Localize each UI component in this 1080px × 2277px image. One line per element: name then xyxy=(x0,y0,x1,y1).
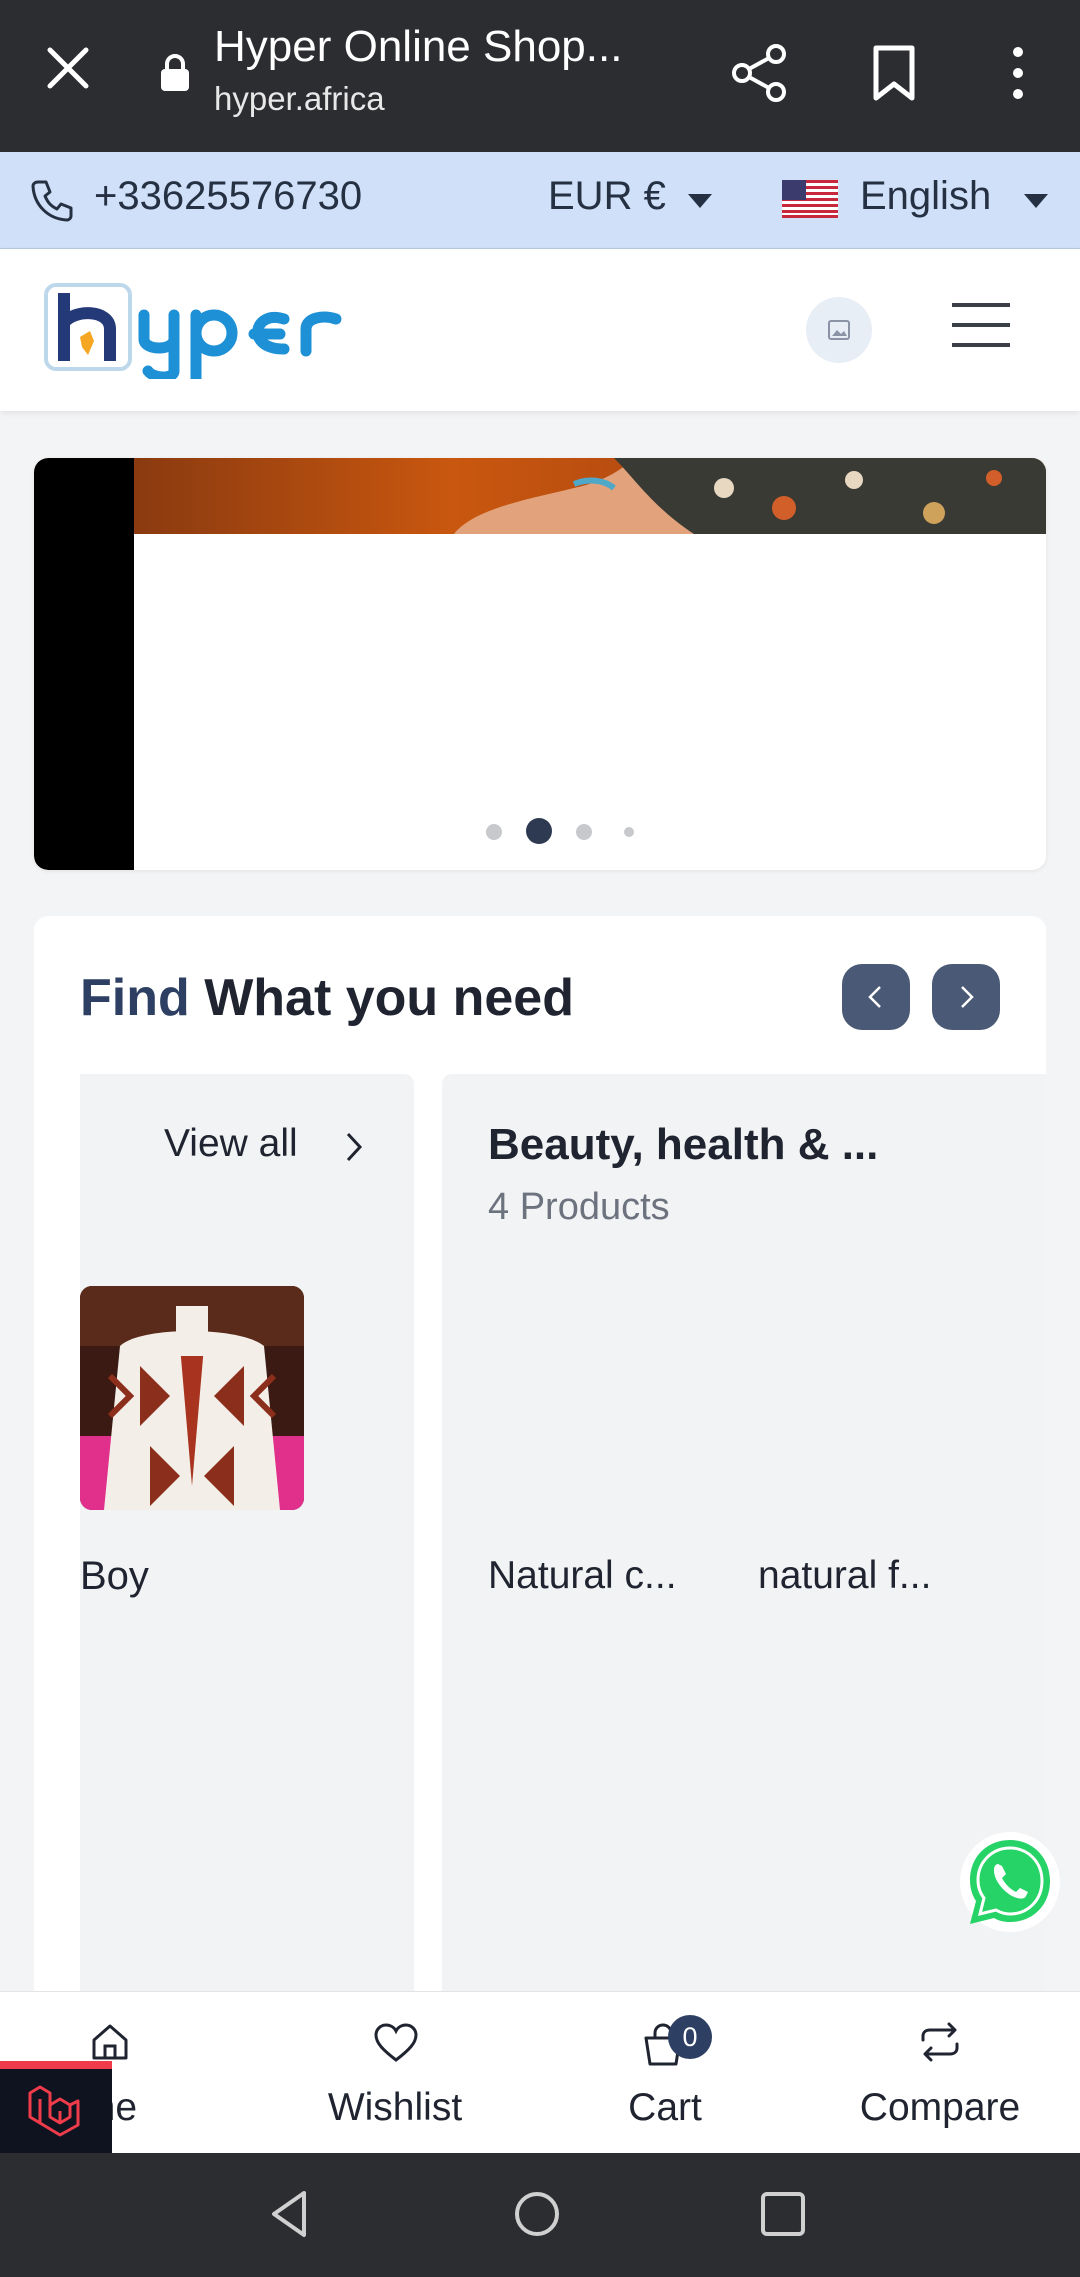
product-image-boy[interactable] xyxy=(80,1286,304,1510)
category-item-label[interactable]: natural f... xyxy=(758,1554,931,1598)
nav-cart-label: Cart xyxy=(628,2086,702,2129)
lock-icon xyxy=(161,54,189,91)
image-icon xyxy=(828,320,850,340)
nav-compare[interactable]: Compare xyxy=(850,1992,1030,2154)
category-item-label[interactable]: Natural c... xyxy=(488,1554,677,1598)
site-header xyxy=(0,249,1080,411)
close-icon[interactable] xyxy=(38,38,98,98)
carousel-dot[interactable] xyxy=(576,824,592,840)
hero-carousel[interactable] xyxy=(34,458,1046,870)
bottom-navigation: me Wishlist Cart 0 Compare xyxy=(0,1991,1080,2153)
banner-image xyxy=(134,458,1046,534)
carousel-dot[interactable] xyxy=(486,824,502,840)
carousel-indicators xyxy=(0,810,1080,850)
us-flag-icon xyxy=(782,180,838,218)
bookmark-icon[interactable] xyxy=(866,40,922,106)
more-vert-icon[interactable] xyxy=(998,40,1038,106)
nav-wishlist[interactable]: Wishlist xyxy=(300,1992,490,2154)
caret-down-icon[interactable] xyxy=(688,194,712,208)
browser-toolbar: Hyper Online Shop... hyper.africa xyxy=(0,0,1080,152)
heart-icon xyxy=(374,2023,418,2062)
image-button[interactable] xyxy=(806,297,872,363)
carousel-dot-active[interactable] xyxy=(526,818,552,844)
url-text[interactable]: hyper.africa xyxy=(214,80,385,118)
phone-number[interactable]: +33625576730 xyxy=(94,174,362,219)
recents-icon[interactable] xyxy=(758,2187,808,2241)
debugbar-strip xyxy=(0,2061,112,2069)
cart-count-badge: 0 xyxy=(668,2015,712,2059)
category-item-label[interactable]: Boy xyxy=(80,1554,149,1599)
compare-icon xyxy=(921,2022,959,2062)
system-navigation xyxy=(0,2153,1080,2277)
laravel-logo-icon xyxy=(28,2085,80,2137)
back-icon[interactable] xyxy=(264,2187,314,2241)
debugbar-badge[interactable] xyxy=(0,2061,112,2153)
carousel-previous-slide xyxy=(34,458,134,870)
carousel-dot[interactable] xyxy=(624,827,634,837)
section-title: Find What you need xyxy=(80,969,574,1027)
nav-compare-label: Compare xyxy=(859,2086,1021,2129)
home-circle-icon[interactable] xyxy=(512,2187,562,2241)
chevron-left-icon xyxy=(868,986,881,1008)
view-all-link[interactable]: View all xyxy=(164,1122,298,1166)
contact-bar: +33625576730 EUR € English xyxy=(0,152,1080,249)
product-count: 4 Products xyxy=(488,1186,670,1228)
home-icon xyxy=(92,2024,128,2060)
language-select[interactable]: English xyxy=(860,174,991,219)
page-title: Hyper Online Shop... xyxy=(214,22,623,71)
phone-icon xyxy=(31,180,73,222)
hyper-logo[interactable] xyxy=(44,279,384,379)
chevron-right-icon[interactable] xyxy=(342,1130,366,1164)
category-title[interactable]: Beauty, health & ... xyxy=(488,1120,878,1170)
nav-wishlist-label: Wishlist xyxy=(327,2086,463,2129)
whatsapp-icon[interactable] xyxy=(958,1830,1062,1934)
chevron-right-icon xyxy=(961,986,974,1008)
hamburger-menu-icon[interactable] xyxy=(950,299,1012,351)
next-button[interactable] xyxy=(932,964,1000,1030)
prev-button[interactable] xyxy=(842,964,910,1030)
caret-down-icon[interactable] xyxy=(1024,194,1048,208)
nav-cart[interactable]: Cart xyxy=(600,1992,730,2154)
currency-select[interactable]: EUR € xyxy=(548,174,666,219)
share-icon[interactable] xyxy=(726,40,792,106)
